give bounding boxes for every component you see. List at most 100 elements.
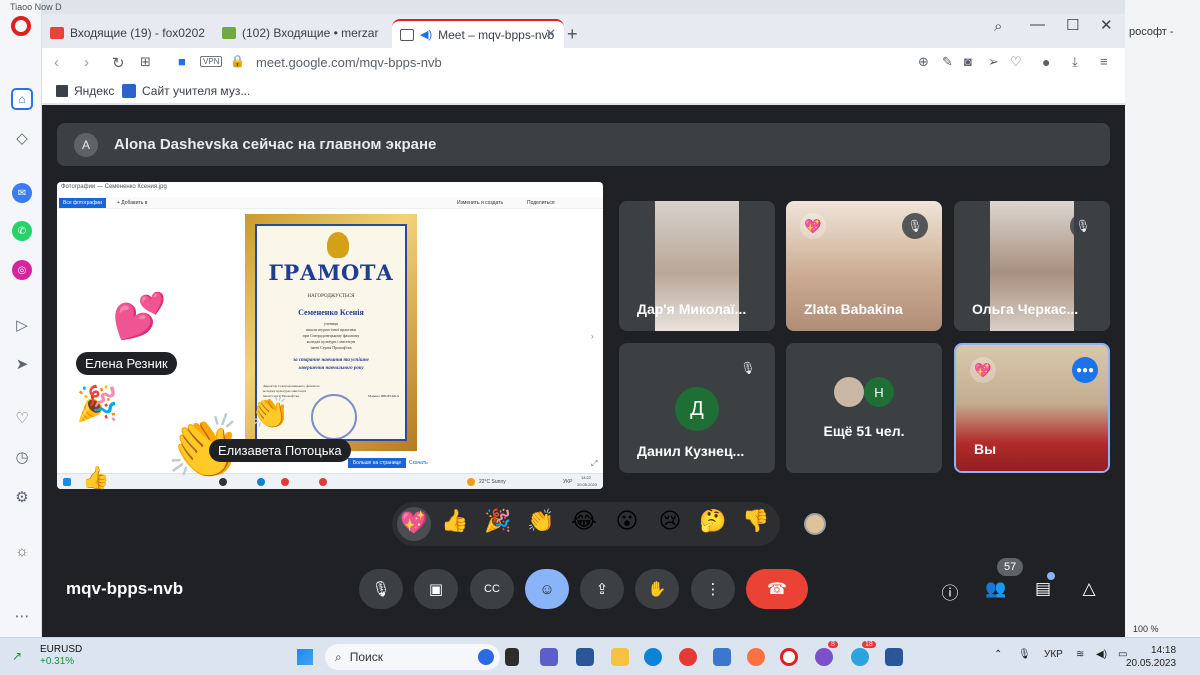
opera-taskbar-icon[interactable] [780, 648, 798, 666]
trend-up-icon: ↗ [12, 649, 23, 663]
bookmark-teacher-site[interactable]: Сайт учителя муз... [122, 84, 250, 98]
volume-icon[interactable]: ◀) [1096, 649, 1107, 660]
opera-logo-icon[interactable] [11, 16, 31, 36]
participant-tile[interactable]: 💖 🎙 Zlata Babakina [786, 201, 942, 331]
lightbulb-icon[interactable]: ☼ [12, 541, 32, 561]
zoom-icon[interactable]: ⊕ [918, 54, 929, 70]
more-icon[interactable]: ⋯ [12, 606, 32, 626]
forward-icon[interactable]: › [84, 54, 89, 71]
player-icon[interactable]: ▷ [12, 315, 32, 335]
mic-icon: 🎙 [371, 581, 391, 598]
edge-icon[interactable] [644, 648, 662, 666]
tab-bar: Tiaoo Now D... Входящие (19) - fox0202 (… [10, 2, 1125, 48]
chrome-icon[interactable] [679, 648, 697, 666]
reaction-thumbs-down[interactable]: 👎 [741, 510, 771, 532]
participant-tile[interactable]: 🎙 Д Данил Кузнец... [619, 343, 775, 473]
bookmark-yandex[interactable]: Яндекс [56, 84, 114, 98]
participant-tile[interactable]: Дар'я Миколаї... [619, 201, 775, 331]
tray-mic-icon[interactable]: 🎙 [1018, 649, 1031, 660]
participant-tile[interactable]: 🎙 Ольга Черкас... [954, 201, 1110, 331]
close-tab-icon[interactable]: ✕ [545, 26, 556, 42]
reaction-clap[interactable]: 👏 [526, 510, 556, 532]
tab-partial[interactable]: Tiaoo Now D... [2, 0, 62, 14]
messenger-icon[interactable]: ✉ [12, 183, 32, 203]
tab-mail[interactable]: (102) Входящие • merzar [214, 20, 386, 46]
send-icon[interactable]: ➤ [12, 354, 32, 374]
stock-widget[interactable]: ↗ EURUSD +0.31% [12, 644, 82, 668]
home-icon[interactable]: ⌂ [11, 88, 33, 110]
mic-off-icon: 🎙 [735, 355, 761, 381]
start-button[interactable] [297, 649, 313, 665]
present-button[interactable]: ⇪ [580, 569, 624, 609]
new-tab-icon[interactable]: + [567, 24, 578, 45]
word-icon[interactable] [576, 648, 594, 666]
taskbar-clock[interactable]: 14:18 20.05.2023 [1126, 644, 1176, 670]
task-view-icon[interactable] [505, 648, 519, 666]
lock-icon[interactable]: 🔒 [230, 54, 245, 68]
reaction-sad[interactable]: 😢 [655, 510, 685, 532]
send-page-icon[interactable]: ➢ [988, 54, 999, 70]
mic-button[interactable]: 🎙 [359, 569, 403, 609]
add-to-button: + Добавить в [117, 200, 148, 206]
shared-weather: 22°C Sunny [479, 479, 506, 485]
tray-chevron-icon[interactable]: ⌃ [994, 649, 1002, 660]
smiley-icon: ☺ [539, 580, 555, 598]
viber-icon[interactable] [815, 648, 833, 666]
easy-setup-icon[interactable]: ≡ [1100, 54, 1108, 69]
search-tabs-icon[interactable]: ⌕ [994, 18, 1002, 35]
instagram-icon[interactable]: ◎ [12, 260, 32, 280]
store-icon[interactable] [713, 648, 731, 666]
raise-hand-button[interactable]: ✋ [635, 569, 679, 609]
info-button[interactable]: ⓘ [938, 579, 962, 604]
back-icon[interactable]: ‹ [54, 54, 59, 71]
close-window-icon[interactable]: ✕ [1100, 16, 1113, 34]
url-field[interactable]: meet.google.com/mqv-bpps-nvb [256, 55, 442, 70]
captions-button[interactable]: CC [470, 569, 514, 609]
input-language[interactable]: УКР [1044, 649, 1063, 660]
minimize-icon[interactable]: — [1030, 16, 1045, 33]
snapshot-icon[interactable]: ◙ [964, 54, 972, 69]
reaction-laugh[interactable]: 😂 [569, 510, 599, 532]
reaction-thumbs-up[interactable]: 👍 [440, 510, 470, 532]
more-participants-text: Ещё 51 чел. [823, 423, 905, 439]
history-icon[interactable]: ◷ [12, 447, 32, 467]
more-participants-tile[interactable]: Н Ещё 51 чел. [786, 343, 942, 473]
heart-icon[interactable]: ♡ [12, 408, 32, 428]
chat-button[interactable]: ▤ [1031, 579, 1055, 599]
activities-button[interactable]: △ [1077, 579, 1101, 599]
self-tile[interactable]: 💖 ●●● Вы [954, 343, 1110, 473]
mic-off-icon: 🎙 [1070, 213, 1096, 239]
more-options-button[interactable]: ⋮ [691, 569, 735, 609]
camera-button[interactable]: ▣ [414, 569, 458, 609]
people-button[interactable]: 👥 [984, 579, 1008, 599]
reload-icon[interactable]: ↻ [112, 54, 125, 72]
pinboard-icon[interactable]: ◇ [12, 128, 32, 148]
skin-tone-button[interactable] [804, 513, 826, 535]
reaction-heart[interactable]: 💖 [397, 507, 431, 541]
tab-gmail[interactable]: Входящие (19) - fox0202 [42, 20, 210, 46]
leave-call-button[interactable]: ☎ [746, 569, 808, 609]
wifi-icon[interactable]: ≋ [1076, 649, 1084, 660]
vpn-badge[interactable]: VPN [200, 56, 223, 67]
emoji-button[interactable]: ☺ [525, 569, 569, 609]
taskbar-search[interactable]: ⌕ Поиск [325, 644, 500, 670]
file-explorer-icon[interactable] [611, 648, 629, 666]
bookmark-heart-icon[interactable]: ♡ [1010, 54, 1022, 70]
speed-dial-icon[interactable]: ⊞ [140, 54, 151, 70]
chat-app-icon[interactable] [540, 648, 558, 666]
reaction-thinking[interactable]: 🤔 [698, 510, 728, 532]
settings-icon[interactable]: ⚙ [12, 487, 32, 507]
telegram-icon[interactable] [851, 648, 869, 666]
reaction-surprised[interactable]: 😮 [612, 510, 642, 532]
maximize-icon[interactable]: ☐ [1066, 16, 1079, 34]
download-icon[interactable]: ⤓ [1072, 54, 1078, 70]
tab-meet[interactable]: ◀) Meet – mqv-bpps-nvb ✕ [392, 19, 564, 48]
firefox-icon[interactable] [747, 648, 765, 666]
presenter-avatar: A [74, 132, 98, 157]
edit-icon[interactable]: ✎ [942, 54, 953, 70]
reaction-party[interactable]: 🎉 [483, 510, 513, 532]
word-icon[interactable] [885, 648, 903, 666]
profile-icon[interactable]: ● [1042, 54, 1050, 70]
whatsapp-icon[interactable]: ✆ [12, 221, 32, 241]
camera-in-use-icon[interactable]: ■ [178, 54, 186, 69]
